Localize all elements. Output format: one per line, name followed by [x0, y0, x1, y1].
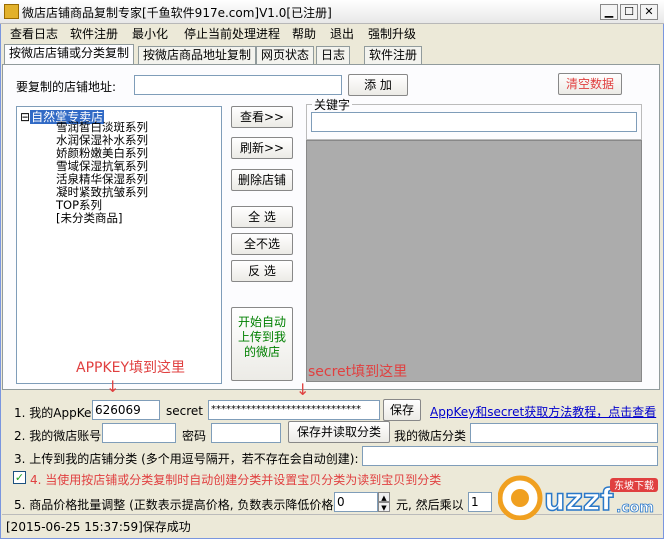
app-icon	[4, 4, 19, 19]
tab-web-status[interactable]: 网页状态	[256, 46, 315, 65]
price-suffix-label: 元, 然后乘以	[396, 498, 464, 512]
spin-up-icon[interactable]: ▲	[378, 492, 390, 502]
arrow-down-icon: ↓	[106, 377, 120, 396]
tree-item[interactable]: [未分类商品]	[56, 212, 148, 225]
view-button[interactable]: 查看>>	[231, 106, 293, 128]
spin-down-icon[interactable]: ▼	[378, 502, 390, 512]
secret-input[interactable]: ******************************	[208, 400, 380, 420]
account-input[interactable]	[102, 423, 176, 443]
upload-category-label: 3. 上传到我的店铺分类 (多个用逗号隔开，若不存在会自动创建):	[14, 452, 359, 466]
store-url-input[interactable]	[134, 75, 342, 95]
account-label: 2. 我的微店账号	[14, 429, 102, 443]
menu-view-log[interactable]: 查看日志	[6, 26, 62, 42]
menu-exit[interactable]: 退出	[326, 26, 358, 42]
password-input[interactable]	[211, 423, 281, 443]
save-button[interactable]: 保存	[383, 399, 421, 421]
appkey-annotation: APPKEY填到这里	[76, 360, 186, 376]
tab-log[interactable]: 日志	[316, 46, 351, 65]
tab-copy-by-store[interactable]: 按微店店铺或分类复制	[4, 44, 135, 66]
store-url-label: 要复制的店铺地址:	[16, 80, 117, 94]
maximize-button[interactable]: ☐	[620, 4, 638, 20]
menu-force-upgrade[interactable]: 强制升级	[364, 26, 420, 42]
tab-strip: 按微店店铺或分类复制 按微店商品地址复制 网页状态 日志 软件注册	[0, 44, 664, 66]
tree-collapse-icon[interactable]: ⊟	[20, 110, 30, 124]
tab-software-register[interactable]: 软件注册	[364, 46, 423, 65]
uzzf-logo: uzzf .com 东坡下载	[497, 474, 660, 521]
tree-children: 雪润皙白淡斑系列 水润保湿补水系列 娇颜粉嫩美白系列 雪域保湿抗氧系列 活泉精华…	[56, 121, 148, 225]
price-adjust-label: 5. 商品价格批量调整 (正数表示提高价格, 负数表示降低价格)	[14, 498, 339, 512]
my-category-select[interactable]	[470, 423, 658, 443]
delete-store-button[interactable]: 删除店铺	[231, 169, 293, 191]
status-text: [2015-06-25 15:37:59]保存成功	[6, 520, 191, 534]
secret-label: secret	[166, 404, 203, 418]
minimize-button[interactable]: ▁	[600, 4, 618, 20]
menu-register[interactable]: 软件注册	[66, 26, 122, 42]
menu-bar: 查看日志 软件注册 最小化 停止当前处理进程 帮助 退出 强制升级	[0, 24, 664, 44]
appkey-input[interactable]: 626069	[92, 400, 160, 420]
appkey-label: 1. 我的AppKey	[14, 406, 99, 420]
preview-area	[306, 140, 642, 382]
logo-brand-text: uzzf	[544, 483, 614, 518]
save-read-category-button[interactable]: 保存并读取分类	[288, 421, 390, 443]
invert-selection-button[interactable]: 反 选	[231, 260, 293, 282]
select-all-button[interactable]: 全 选	[231, 206, 293, 228]
menu-minimize[interactable]: 最小化	[128, 26, 172, 42]
my-category-label: 我的微店分类	[394, 429, 467, 443]
price-adjust-input[interactable]: 0	[334, 492, 378, 512]
keyword-input[interactable]	[311, 112, 637, 132]
upload-category-input[interactable]	[362, 446, 658, 466]
refresh-button[interactable]: 刷新>>	[231, 137, 293, 159]
tutorial-link[interactable]: AppKey和secret获取方法教程，点击查看	[430, 403, 656, 420]
window-title: 微店店铺商品复制专家[千鱼软件917e.com]V1.0[已注册]	[22, 6, 332, 20]
password-label: 密码	[182, 429, 207, 443]
select-none-button[interactable]: 全不选	[231, 233, 293, 255]
auto-create-checkbox[interactable]: ✓	[13, 471, 26, 484]
menu-help[interactable]: 帮助	[288, 26, 320, 42]
arrow-down-icon: ↓	[296, 380, 310, 399]
logo-tagline-text: 东坡下载	[614, 479, 654, 492]
auto-create-label: 4. 当使用按店铺或分类复制时自动创建分类并设置宝贝分类为读到宝贝到分类	[30, 473, 442, 487]
close-button[interactable]: ✕	[640, 4, 658, 20]
uzzf-logo-graphic: uzzf .com 东坡下载	[497, 475, 658, 521]
keyword-label: 关键字	[312, 96, 353, 113]
menu-stop-process[interactable]: 停止当前处理进程	[180, 26, 284, 42]
logo-domain-text: .com	[616, 500, 654, 516]
tab-copy-by-url[interactable]: 按微店商品地址复制	[138, 46, 257, 65]
multiplier-input[interactable]: 1	[468, 492, 492, 512]
secret-annotation: secret填到这里	[308, 364, 408, 380]
add-button[interactable]: 添 加	[348, 74, 408, 96]
start-upload-button[interactable]: 开始自动上传到我的微店	[231, 307, 293, 381]
clear-data-button[interactable]: 清空数据	[558, 73, 622, 95]
